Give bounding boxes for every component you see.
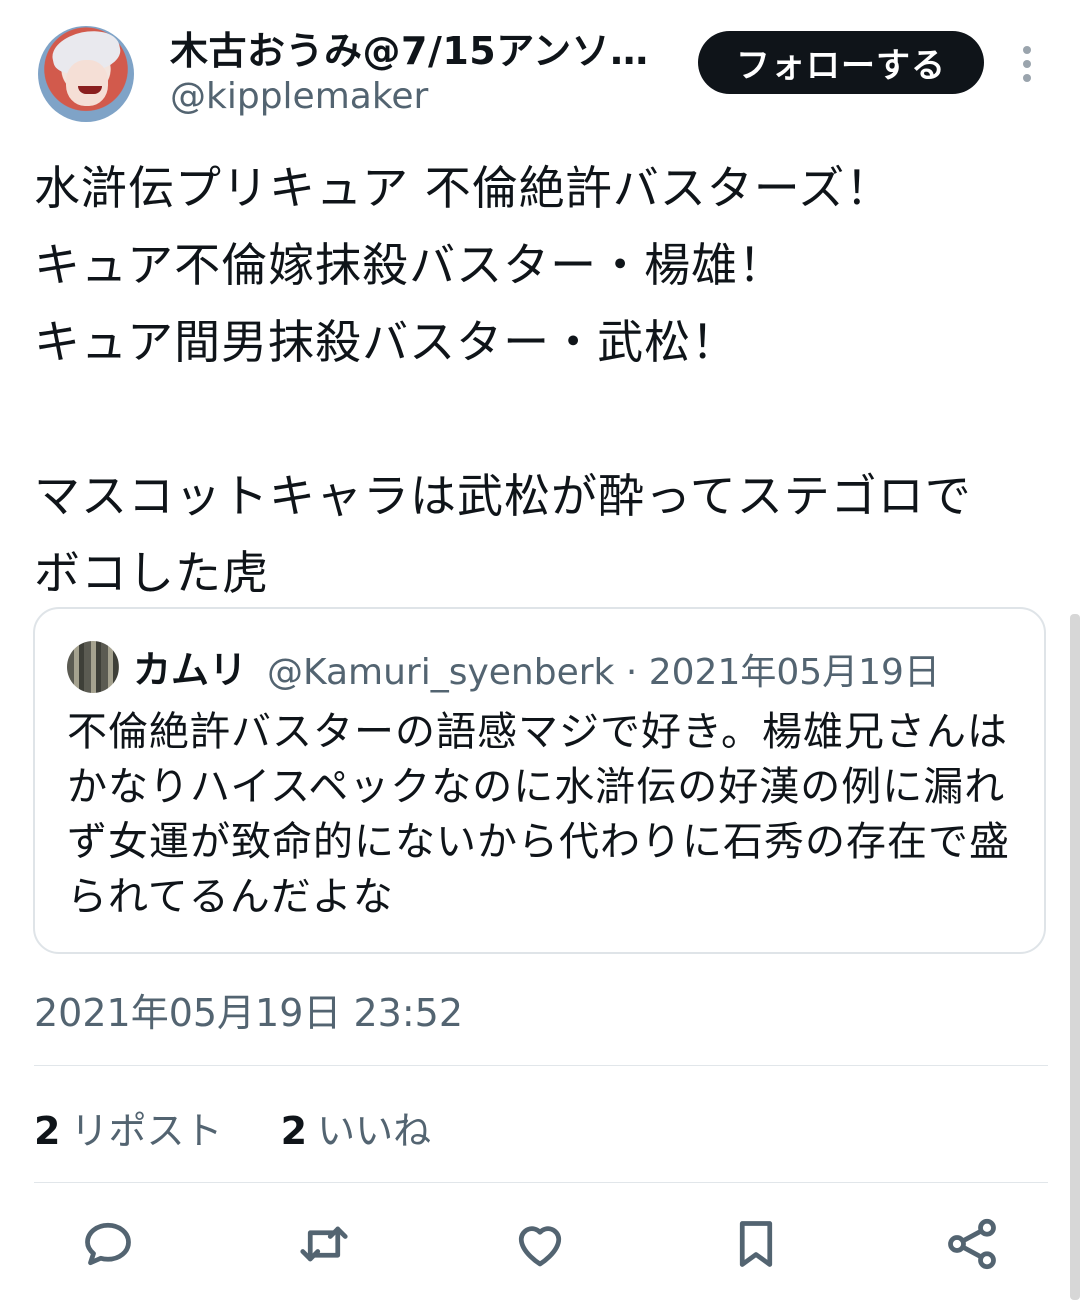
- author-handle[interactable]: @kipplemaker: [170, 76, 428, 117]
- quoted-tweet-text: 不倫絶許バスターの語感マジで好き。楊雄兄さんはかなりハイスペックなのに水滸伝の好…: [67, 709, 1010, 920]
- like-icon[interactable]: [510, 1214, 570, 1274]
- reposts-count: 2: [34, 1109, 61, 1153]
- quoted-author-handle-date: @Kamuri_syenberk · 2021年05月19日: [267, 652, 940, 693]
- author-avatar[interactable]: [38, 26, 134, 122]
- likes-count: 2: [280, 1109, 308, 1153]
- tweet-timestamp[interactable]: 2021年05月19日 23:52: [34, 982, 463, 1037]
- divider: [34, 1065, 1048, 1066]
- engagement-stats: 2 リポスト 2 いいね: [34, 1100, 431, 1155]
- tweet-header: 木古おうみ@7/15アンソ… @kipplemaker フォローする: [0, 0, 1080, 140]
- reposts-stat[interactable]: 2 リポスト: [34, 1109, 222, 1153]
- bookmark-icon[interactable]: [726, 1214, 786, 1274]
- follow-button[interactable]: フォローする: [698, 31, 984, 94]
- quoted-author-name: カムリ: [133, 648, 248, 692]
- share-icon[interactable]: [942, 1214, 1002, 1274]
- divider: [34, 1182, 1048, 1183]
- scrollbar[interactable]: [1070, 614, 1080, 1300]
- tweet-text: 水滸伝プリキュア 不倫絶許バスターズ！ キュア不倫嫁抹殺バスター・楊雄！ キュア…: [34, 161, 972, 600]
- repost-icon[interactable]: [294, 1214, 354, 1274]
- reply-icon[interactable]: [78, 1214, 138, 1274]
- quoted-author-avatar: [67, 641, 119, 693]
- likes-label: いいね: [317, 1109, 432, 1153]
- more-options-icon[interactable]: [1012, 42, 1042, 82]
- reposts-label: リポスト: [70, 1109, 223, 1153]
- quoted-tweet[interactable]: カムリ @Kamuri_syenberk · 2021年05月19日 不倫絶許バ…: [33, 607, 1046, 954]
- author-display-name[interactable]: 木古おうみ@7/15アンソ…: [170, 20, 670, 75]
- likes-stat[interactable]: 2 いいね: [281, 1109, 431, 1153]
